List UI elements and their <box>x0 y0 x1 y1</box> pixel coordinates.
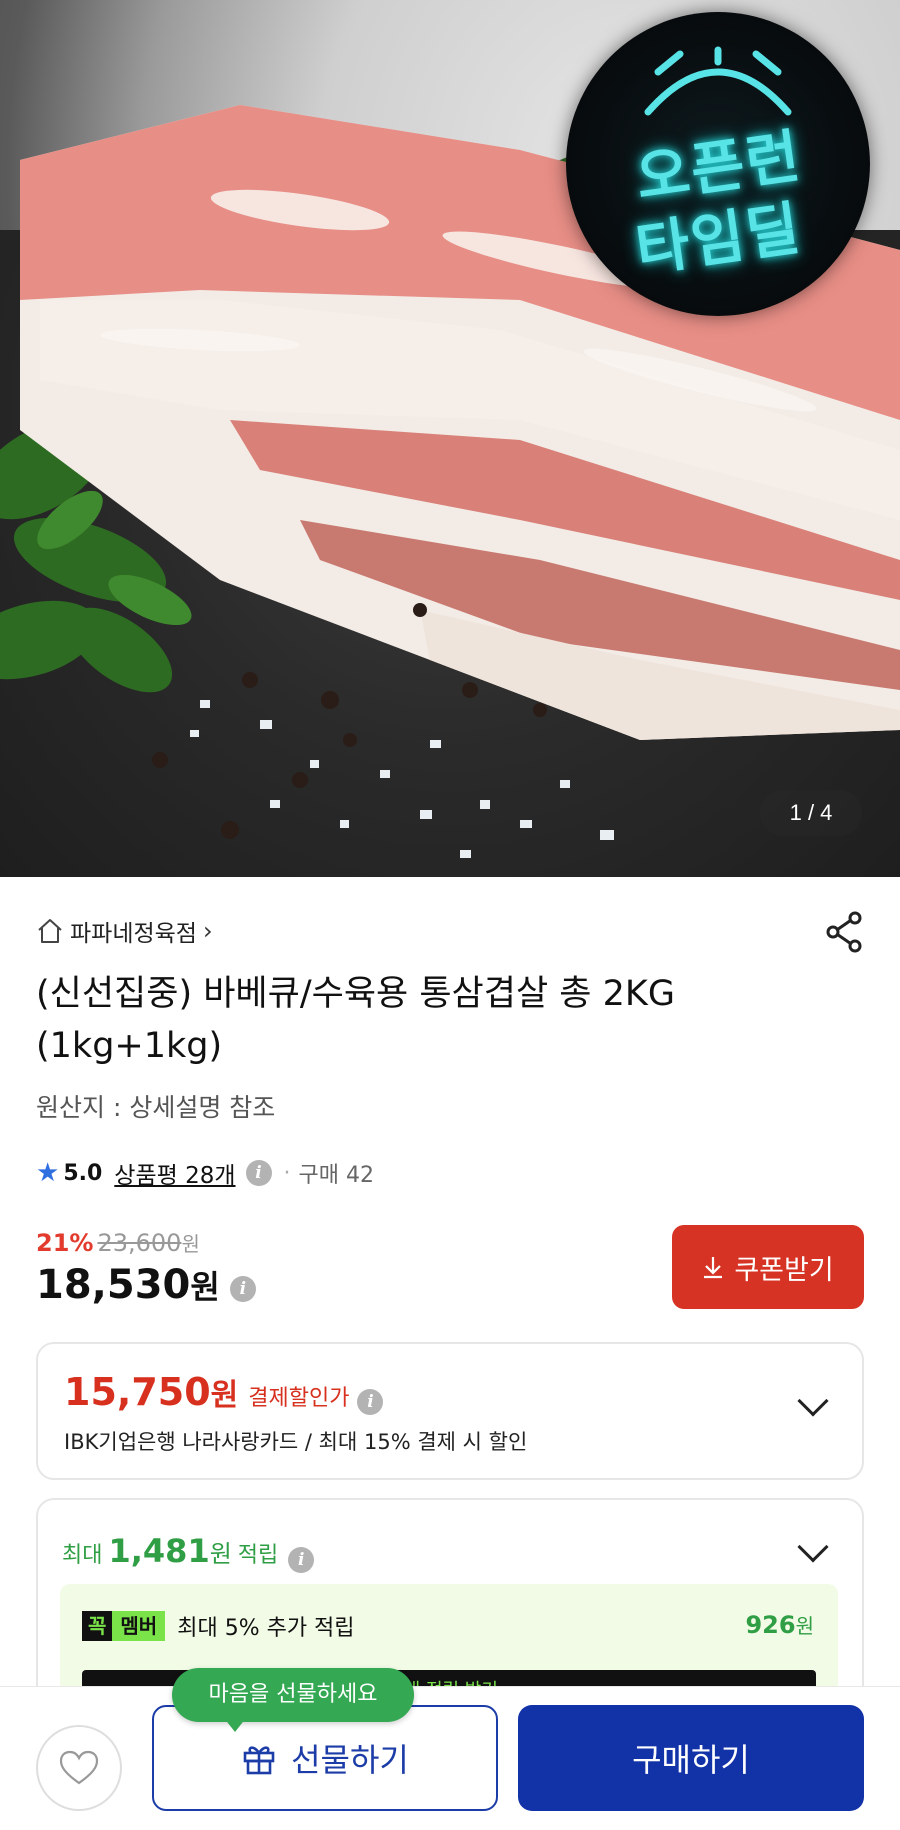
coupon-button[interactable]: 쿠폰받기 <box>672 1225 864 1309</box>
member-row: 꼭 멤버 최대 5% 추가 적립 <box>82 1610 355 1642</box>
chevron-down-icon[interactable] <box>797 1531 829 1563</box>
member-logo-a: 꼭 <box>82 1611 113 1641</box>
payment-discount-price: 15,750 <box>64 1370 211 1414</box>
payment-discount-unit: 원 <box>210 1378 239 1413</box>
rating-score: 5.0 <box>63 1160 103 1186</box>
reviews-link[interactable]: 상품평 28개 <box>114 1156 235 1190</box>
product-title: (신선집중) 바베큐/수육용 통삼겹살 총 2KG (1kg+1kg) <box>36 974 675 1066</box>
original-price-unit: 원 <box>181 1232 200 1256</box>
original-price: 23,600 <box>97 1229 182 1257</box>
store-link[interactable]: 파파네정육점 › <box>36 914 213 948</box>
product-origin: 원산지 : 상세설명 참조 <box>36 1093 276 1122</box>
info-icon[interactable]: i <box>288 1547 315 1573</box>
rating-row: ★ 5.0 상품평 28개 i · 구매 42 <box>36 1155 374 1191</box>
coupon-label: 쿠폰받기 <box>734 1254 834 1286</box>
price-info-icon[interactable]: i <box>229 1276 256 1302</box>
image-pager: 1 / 4 <box>760 790 862 836</box>
points-line: 최대 1,481 원 적립 i <box>62 1532 315 1573</box>
gift-tooltip: 마음을 선물하세요 <box>172 1668 414 1722</box>
points-prefix: 최대 <box>62 1543 103 1568</box>
gift-tooltip-tail <box>224 1718 246 1732</box>
info-icon[interactable]: i <box>357 1389 384 1415</box>
member-amount: 926원 <box>745 1610 814 1639</box>
home-icon <box>38 919 62 943</box>
points-amount: 1,481 <box>108 1532 210 1570</box>
sale-price-unit: 원 <box>190 1268 220 1306</box>
separator-dot: · <box>283 1160 291 1186</box>
bottom-action-bar: 선물하기 구매하기 <box>0 1686 900 1830</box>
member-logo: 꼭 멤버 <box>82 1610 166 1642</box>
sale-price-row: 18,530 원 i <box>36 1262 256 1308</box>
chevron-down-icon[interactable] <box>797 1385 829 1417</box>
open-run-timedeal-badge: 오픈런 타임딜 <box>566 12 870 316</box>
payment-discount-card[interactable]: 15,750 원 결제할인가 i IBK기업은행 나라사랑카드 / 최대 15%… <box>36 1342 864 1480</box>
gift-icon <box>243 1746 275 1775</box>
store-name: 파파네정육점 <box>70 921 197 947</box>
payment-discount-detail: IBK기업은행 나라사랑카드 / 최대 15% 결제 시 할인 <box>64 1430 528 1454</box>
info-icon[interactable]: i <box>245 1160 272 1186</box>
member-amount-unit: 원 <box>795 1614 814 1638</box>
download-icon <box>704 1257 723 1279</box>
points-suffix: 적립 <box>237 1543 279 1568</box>
discount-row: 21% 23,600 원 <box>36 1228 200 1257</box>
sale-price: 18,530 <box>36 1262 191 1308</box>
member-logo-b: 멤버 <box>112 1611 166 1641</box>
discount-percent: 21% <box>36 1229 94 1257</box>
product-image-carousel[interactable]: 오픈런 타임딜 1 / 4 <box>0 0 900 877</box>
buy-button[interactable]: 구매하기 <box>518 1705 864 1811</box>
gift-label: 선물하기 <box>291 1741 409 1779</box>
purchase-count: 구매 42 <box>298 1163 374 1188</box>
star-icon: ★ <box>36 1158 60 1188</box>
payment-discount-line: 15,750 원 결제할인가 i <box>64 1370 384 1415</box>
payment-discount-tag: 결제할인가 <box>248 1386 350 1411</box>
share-icon[interactable] <box>824 910 864 954</box>
member-benefit-text: 최대 5% 추가 적립 <box>177 1616 355 1641</box>
heart-icon <box>59 1750 99 1785</box>
member-amount-value: 926 <box>745 1611 796 1639</box>
chevron-right-icon: › <box>202 917 213 945</box>
wishlist-button[interactable] <box>36 1725 122 1811</box>
points-unit: 원 <box>209 1540 232 1568</box>
